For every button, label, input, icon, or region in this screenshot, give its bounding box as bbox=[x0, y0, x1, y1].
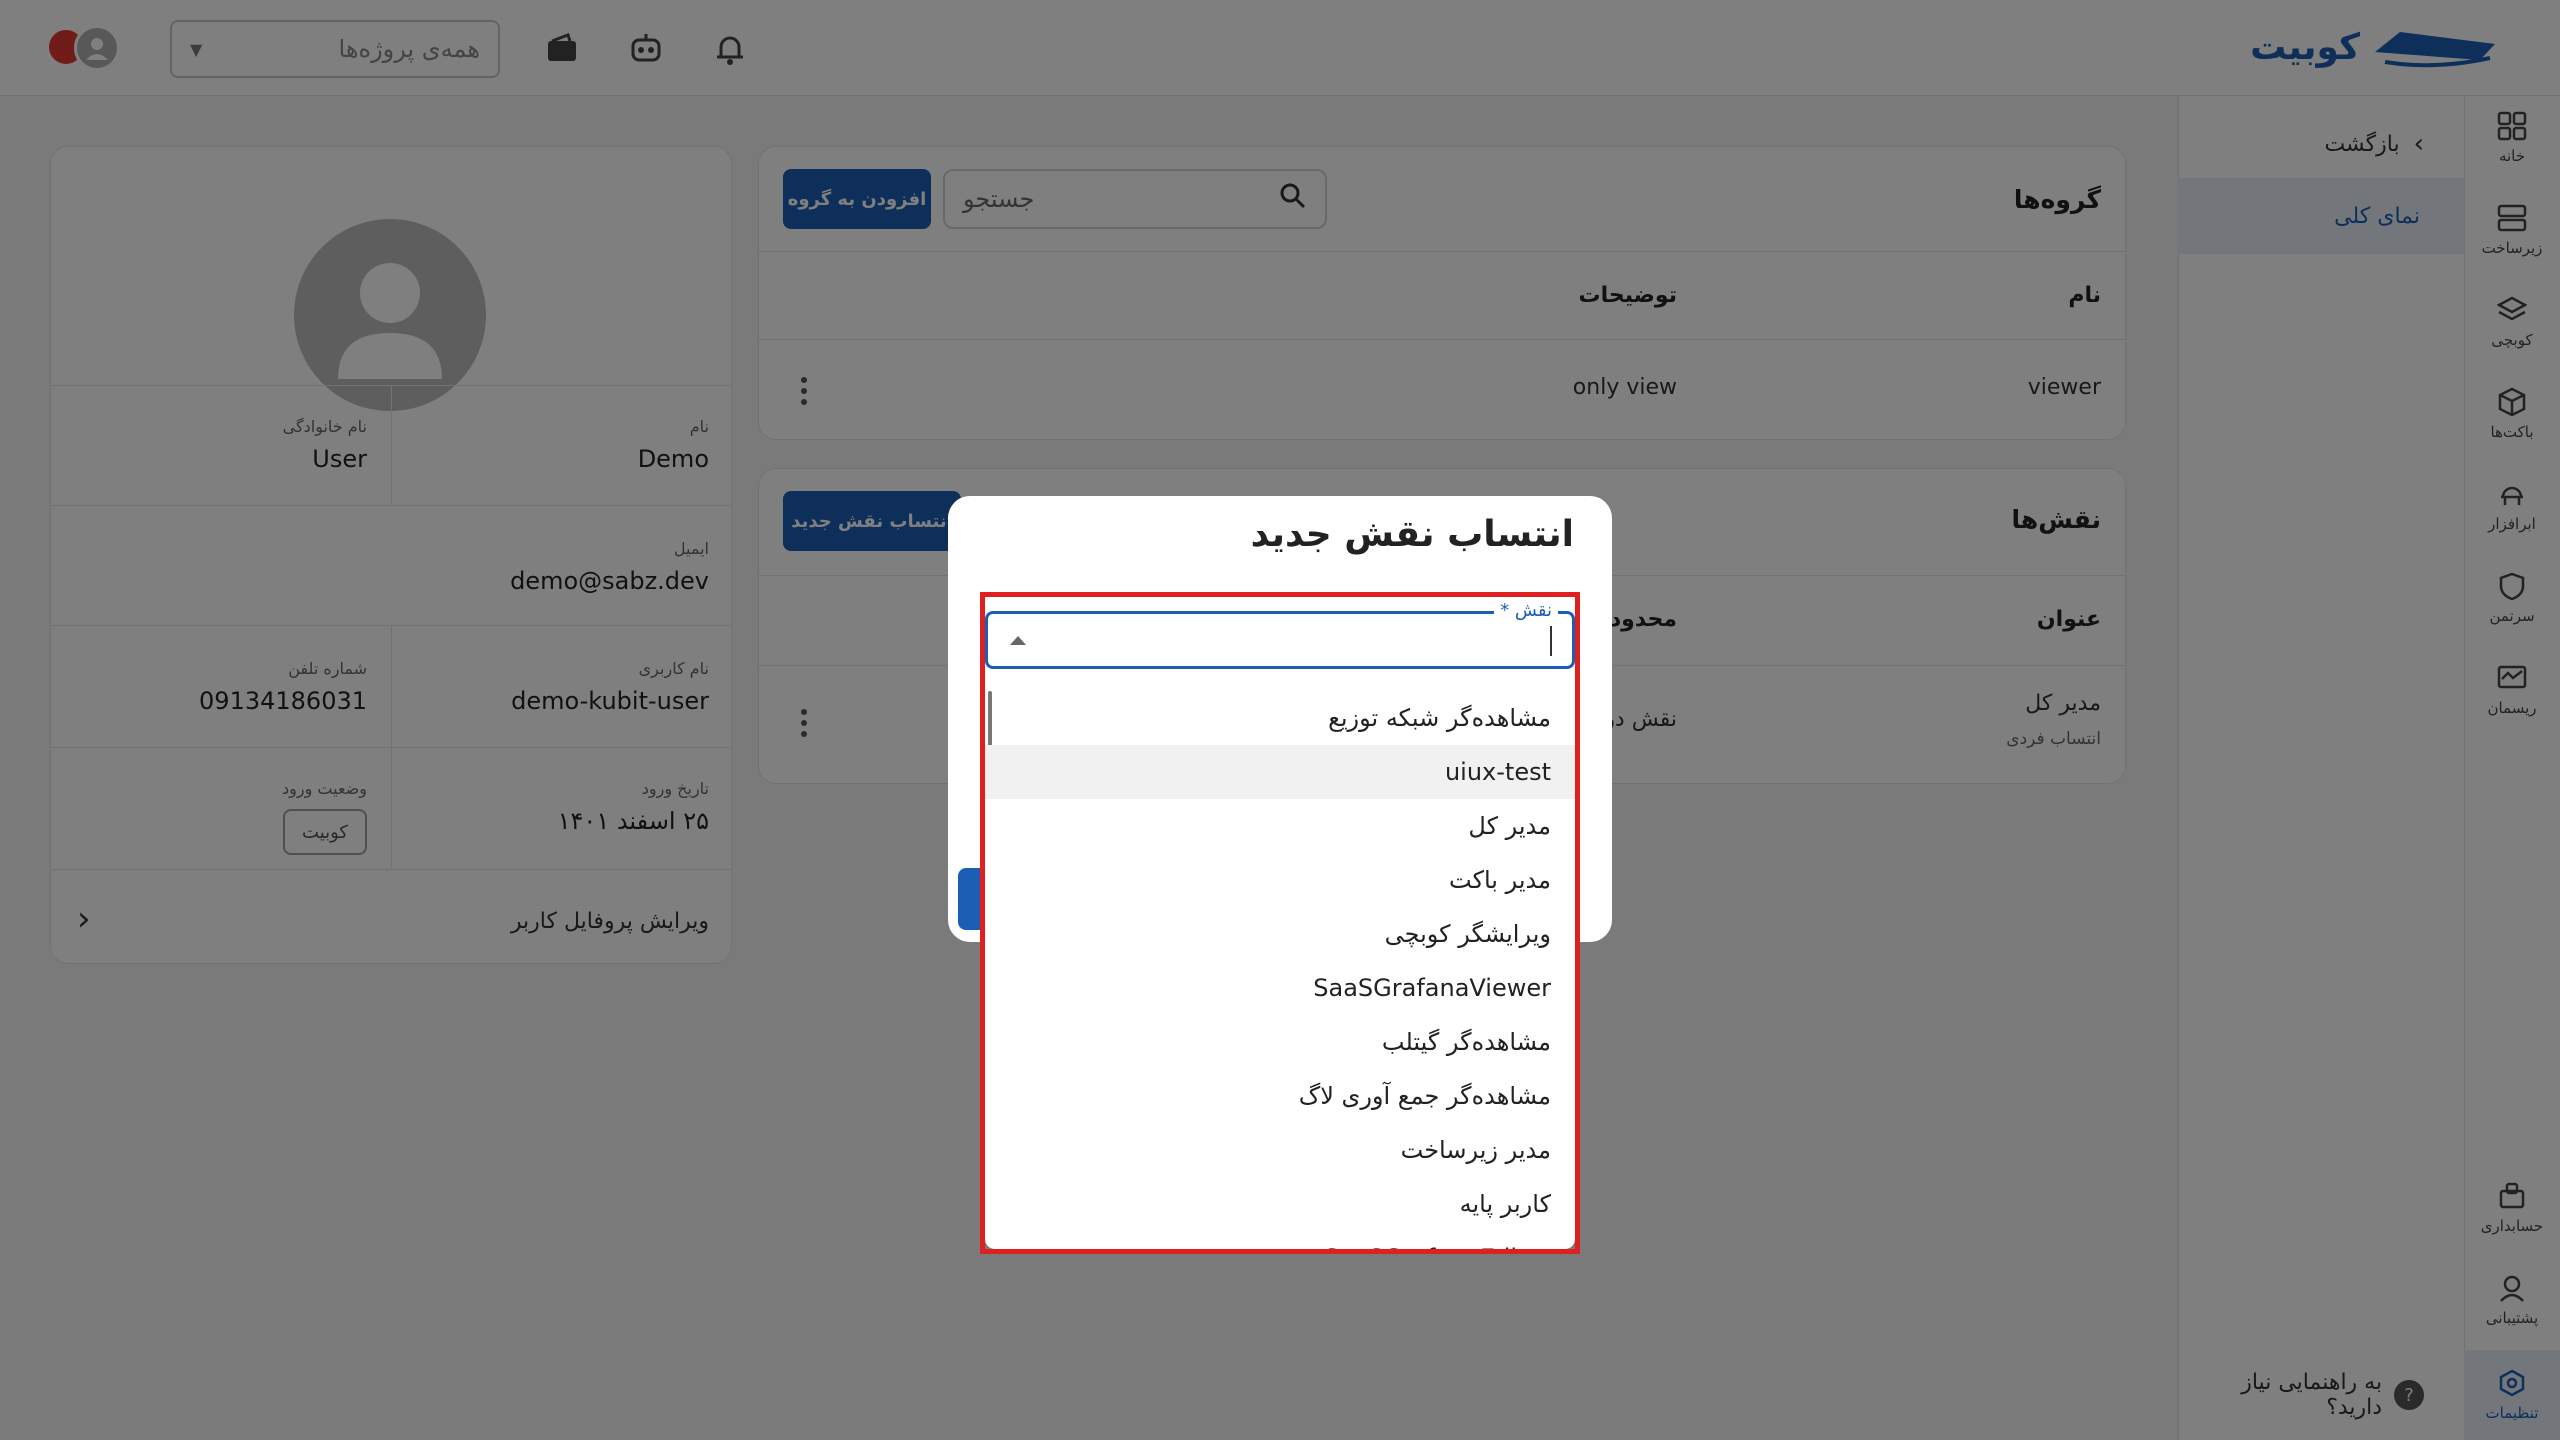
role-option[interactable]: مشاهده‌گر گیتلب bbox=[985, 1015, 1575, 1069]
role-option[interactable]: ویرایشگر کوبچی bbox=[985, 907, 1575, 961]
dialog-submit-button[interactable] bbox=[958, 868, 980, 930]
role-options-list: مشاهده‌گر شبکه توزیع uiux-test مدیر کل م… bbox=[985, 683, 1575, 1249]
role-option[interactable]: مدیر باکت bbox=[985, 853, 1575, 907]
role-option[interactable]: کاربر پایه bbox=[985, 1177, 1575, 1231]
role-option[interactable]: مشاهده‌گر جمع آوری لاگ bbox=[985, 1069, 1575, 1123]
role-option[interactable]: مدیر زیرساخت bbox=[985, 1123, 1575, 1177]
role-option[interactable]: SaaSGrafanaViewer bbox=[985, 961, 1575, 1015]
role-option[interactable]: مدیر کل bbox=[985, 799, 1575, 853]
role-option[interactable]: SaaSGrafanaEditor bbox=[985, 1231, 1575, 1249]
dialog-title: انتساب نقش جدید bbox=[1250, 514, 1574, 555]
role-option[interactable]: مشاهده‌گر شبکه توزیع bbox=[985, 691, 1575, 745]
text-cursor bbox=[1550, 626, 1552, 656]
role-option[interactable]: uiux-test bbox=[985, 745, 1575, 799]
role-select[interactable]: نقش * bbox=[985, 600, 1575, 669]
caret-up-icon[interactable] bbox=[1010, 636, 1026, 645]
role-select-label: نقش * bbox=[1494, 600, 1558, 621]
